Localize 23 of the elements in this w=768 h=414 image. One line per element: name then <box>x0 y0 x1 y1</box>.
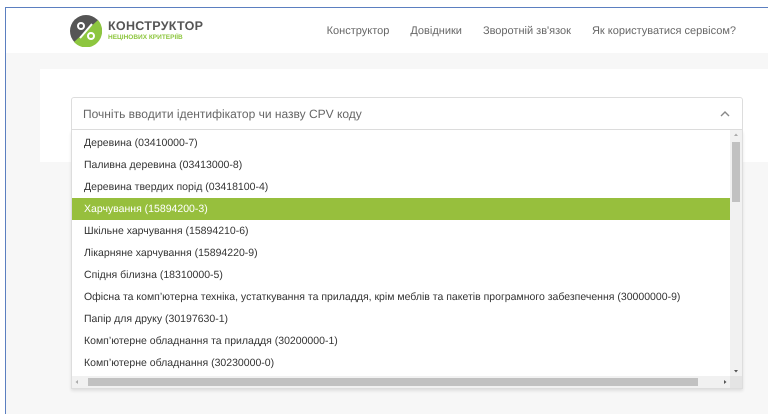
dropdown-option[interactable]: Офісна та комп’ютерна техніка, устаткування та приладдя, крім меблів та пакетів програмного забезпечення (30000000-9) <box>72 286 730 308</box>
logo-icon <box>70 14 102 46</box>
nav-link[interactable]: Як користуватися сервісом? <box>592 24 736 36</box>
dropdown-option[interactable]: Деревина (03410000-7) <box>72 132 730 154</box>
vertical-scrollbar[interactable] <box>730 130 742 376</box>
logo-title: КОНСТРУКТОР <box>108 20 204 32</box>
horizontal-scrollbar[interactable] <box>72 376 742 388</box>
chevron-icon[interactable] <box>720 110 730 116</box>
dropdown-option[interactable]: Спідня білизна (18310000-5) <box>72 264 730 286</box>
cpv-search-field[interactable]: Почніть вводити ідентифікатор чи назву CPV коду <box>71 97 743 130</box>
dropdown-option[interactable]: Шкільне харчування (15894210-6) <box>72 220 730 242</box>
nav-link[interactable]: Довідники <box>410 24 462 36</box>
placeholder-text: Почніть вводити ідентифікатор чи назву CPV коду <box>83 106 362 120</box>
dropdown-option[interactable]: Паливна деревина (03413000-8) <box>72 154 730 176</box>
scroll-thumb[interactable] <box>88 378 698 386</box>
nav-link[interactable]: Конструктор <box>326 24 390 36</box>
nav-link[interactable]: Зворотній зв'язок <box>482 24 571 36</box>
dropdown-option[interactable]: Деревина твердих порід (03418100-4) <box>72 176 730 198</box>
dropdown-option[interactable]: Лікарняне харчування (15894220-9) <box>72 242 730 264</box>
dropdown-option[interactable]: Папір для друку (30197630-1) <box>72 308 730 330</box>
dropdown-option[interactable]: Комп’ютерне обладнання та приладдя (30200000-1) <box>72 330 730 352</box>
scroll-thumb[interactable] <box>732 142 740 202</box>
dropdown-option[interactable]: Комп’ютерне обладнання (30230000-0) <box>72 352 730 374</box>
